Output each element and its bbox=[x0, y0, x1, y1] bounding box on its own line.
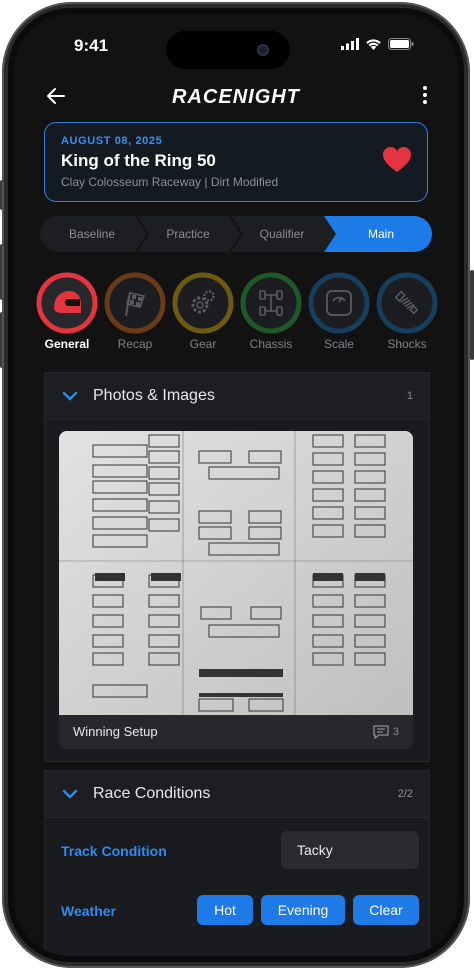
photo-caption-bar: Winning Setup 3 bbox=[59, 715, 413, 749]
status-bar: 9:41 bbox=[14, 31, 458, 69]
track-condition-value: Tacky bbox=[297, 842, 333, 858]
dot-icon bbox=[423, 86, 427, 90]
chassis-icon bbox=[259, 290, 283, 316]
helmet-icon bbox=[54, 291, 81, 313]
session-segmented-control: Baseline Practice Qualifier Main bbox=[40, 216, 432, 252]
category-label: Scale bbox=[323, 337, 355, 351]
cellular-signal-icon bbox=[341, 38, 359, 50]
category-label: Chassis bbox=[249, 337, 293, 351]
chevron-down-icon bbox=[62, 789, 78, 799]
battery-icon bbox=[388, 38, 414, 50]
checkered-flag-icon bbox=[125, 291, 146, 317]
app-header: RACENIGHT bbox=[14, 84, 458, 114]
race-conditions-header[interactable]: Race Conditions 2/2 bbox=[45, 771, 429, 818]
event-date: AUGUST 08, 2025 bbox=[61, 135, 163, 147]
category-selector: General Recap Gear Chassis Scale Shocks bbox=[14, 272, 458, 352]
event-title: King of the Ring 50 bbox=[61, 151, 216, 170]
weather-label: Weather bbox=[61, 903, 116, 919]
app-logo: RACENIGHT bbox=[172, 86, 300, 108]
category-label: General bbox=[44, 337, 90, 351]
panel-count: 2/2 bbox=[397, 788, 413, 800]
power-button bbox=[470, 270, 474, 360]
category-recap[interactable]: Recap bbox=[102, 272, 168, 351]
category-scale[interactable]: Scale bbox=[306, 272, 372, 351]
panel-title: Photos & Images bbox=[93, 387, 215, 404]
category-label: Shocks bbox=[387, 337, 427, 351]
panel-count: 1 bbox=[406, 390, 413, 402]
weather-chip-hot[interactable]: Hot bbox=[197, 895, 253, 925]
comment-icon bbox=[373, 725, 389, 739]
photo-caption: Winning Setup bbox=[73, 724, 158, 739]
weather-chip-evening[interactable]: Evening bbox=[261, 895, 345, 925]
category-shocks[interactable]: Shocks bbox=[374, 272, 440, 351]
track-condition-field[interactable]: Tacky bbox=[281, 831, 419, 869]
track-condition-label: Track Condition bbox=[61, 843, 167, 859]
category-chassis[interactable]: Chassis bbox=[238, 272, 304, 351]
weather-chip-clear[interactable]: Clear bbox=[353, 895, 419, 925]
scale-icon bbox=[326, 290, 352, 316]
photo-comments[interactable]: 3 bbox=[373, 725, 399, 739]
gear-icon bbox=[191, 290, 215, 314]
category-general[interactable]: General bbox=[34, 272, 100, 351]
race-conditions-panel: Race Conditions 2/2 Track Condition Tack… bbox=[44, 770, 430, 956]
photos-panel: Photos & Images 1 Winning Setup 3 bbox=[44, 372, 430, 762]
setup-sheet-image bbox=[59, 431, 413, 715]
dot-icon bbox=[423, 93, 427, 97]
photos-panel-header[interactable]: Photos & Images 1 bbox=[45, 373, 429, 420]
status-time: 9:41 bbox=[74, 36, 109, 55]
category-gear[interactable]: Gear bbox=[170, 272, 236, 351]
camera-icon bbox=[257, 44, 269, 56]
comment-count: 3 bbox=[392, 726, 399, 738]
event-subtitle: Clay Colosseum Raceway | Dirt Modified bbox=[61, 175, 279, 189]
chevron-down-icon bbox=[62, 391, 78, 401]
favorite-heart-icon[interactable] bbox=[383, 147, 411, 173]
panel-title: Race Conditions bbox=[93, 785, 211, 802]
dot-icon bbox=[423, 100, 427, 104]
setup-sheet-photo[interactable] bbox=[59, 431, 413, 715]
tab-main[interactable]: Main bbox=[324, 216, 432, 252]
shock-absorber-icon bbox=[394, 290, 419, 315]
status-icons bbox=[341, 38, 414, 50]
wifi-icon bbox=[366, 39, 381, 50]
category-label: Gear bbox=[189, 337, 217, 351]
more-options-button[interactable] bbox=[422, 86, 428, 107]
screen: 9:41 RACENIGHT AUGUST 08, 2025 King of t… bbox=[14, 14, 458, 956]
dynamic-island bbox=[166, 31, 290, 69]
event-card[interactable]: AUGUST 08, 2025 King of the Ring 50 Clay… bbox=[44, 122, 428, 202]
category-label: Recap bbox=[117, 337, 153, 351]
